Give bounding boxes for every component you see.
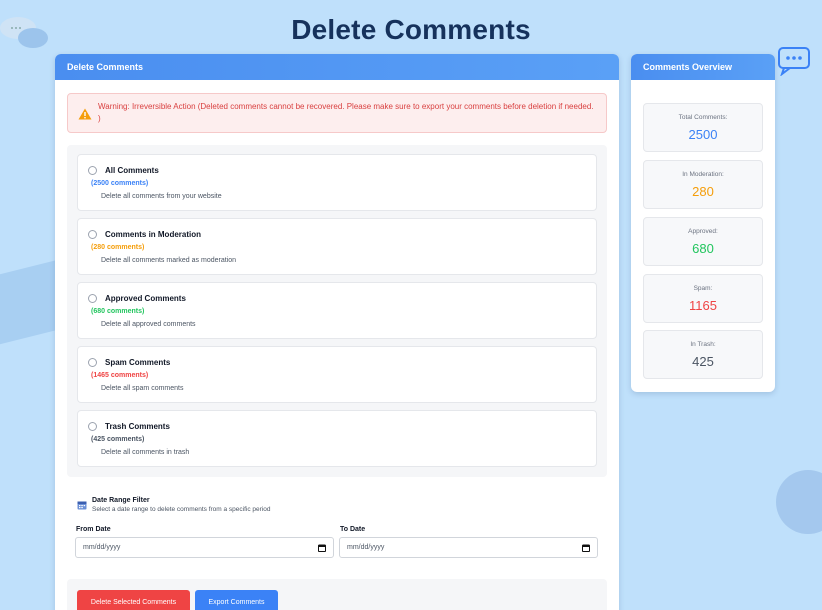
delete-selected-button[interactable]: Delete Selected Comments <box>77 590 190 610</box>
option-count: (680 comments) <box>91 308 145 315</box>
stat-value: 425 <box>692 354 714 369</box>
option-count: (280 comments) <box>91 244 145 251</box>
calendar-icon <box>77 501 87 510</box>
to-date-input[interactable]: mm/dd/yyyy <box>339 537 598 558</box>
option-title: Comments in Moderation <box>105 230 202 239</box>
option-count: (1465 comments) <box>91 372 149 379</box>
radio-all-comments[interactable] <box>88 166 97 175</box>
page-title: Delete Comments <box>291 14 531 45</box>
to-date-label: To Date <box>340 526 366 533</box>
date-filter-subtitle: Select a date range to delete comments f… <box>92 506 271 513</box>
option-trash-comments[interactable]: Trash Comments (425 comments) Delete all… <box>77 410 597 467</box>
card-header: Comments Overview <box>631 54 775 80</box>
option-description: Delete all spam comments <box>101 385 184 392</box>
date-filter-title: Date Range Filter <box>92 497 150 504</box>
stat-label: Spam: <box>693 285 713 292</box>
date-range-filter: Date Range Filter Select a date range to… <box>67 487 607 567</box>
card-header: Delete Comments <box>55 54 619 80</box>
option-title: Spam Comments <box>105 358 171 367</box>
option-all-comments[interactable]: All Comments (2500 comments) Delete all … <box>77 154 597 211</box>
from-date-input[interactable]: mm/dd/yyyy <box>75 537 334 558</box>
warning-text: Warning: Irreversible Action (Deleted co… <box>98 102 594 123</box>
stat-value: 680 <box>692 241 714 256</box>
chat-dots-icon <box>778 47 810 76</box>
option-title: Approved Comments <box>105 294 186 303</box>
option-title: All Comments <box>105 166 159 175</box>
stat-label: Total Comments: <box>678 114 728 121</box>
option-description: Delete all comments from your website <box>101 193 222 200</box>
option-count: (425 comments) <box>91 436 145 443</box>
stat-total-comments: Total Comments: 2500 <box>643 103 763 152</box>
from-date-label: From Date <box>76 526 111 533</box>
option-description: Delete all comments in trash <box>101 449 190 456</box>
warning-triangle-icon <box>78 108 92 120</box>
stat-label: In Trash: <box>690 341 716 348</box>
stat-spam: Spam: 1165 <box>643 274 763 323</box>
radio-approved-comments[interactable] <box>88 294 97 303</box>
calendar-picker-icon[interactable] <box>318 544 326 552</box>
delete-comments-card: Delete Comments Warning: Irreversible Ac… <box>55 54 619 610</box>
from-date-placeholder: mm/dd/yyyy <box>83 544 121 551</box>
radio-moderation-comments[interactable] <box>88 230 97 239</box>
stat-in-moderation: In Moderation: 280 <box>643 160 763 209</box>
stat-value: 2500 <box>688 127 718 142</box>
stat-label: In Moderation: <box>682 171 724 178</box>
calendar-picker-icon[interactable] <box>582 544 590 552</box>
stat-approved: Approved: 680 <box>643 217 763 266</box>
option-moderation-comments[interactable]: Comments in Moderation (280 comments) De… <box>77 218 597 275</box>
option-description: Delete all comments marked as moderation <box>101 257 237 264</box>
option-title: Trash Comments <box>105 422 170 431</box>
comments-overview-card: Comments Overview Total Comments: 2500 I… <box>631 54 775 392</box>
stat-in-trash: In Trash: 425 <box>643 330 763 379</box>
radio-trash-comments[interactable] <box>88 422 97 431</box>
stat-label: Approved: <box>688 228 718 235</box>
option-description: Delete all approved comments <box>101 321 196 328</box>
to-date-placeholder: mm/dd/yyyy <box>347 544 385 551</box>
stat-value: 1165 <box>689 298 717 313</box>
option-approved-comments[interactable]: Approved Comments (680 comments) Delete … <box>77 282 597 339</box>
option-count: (2500 comments) <box>91 180 149 187</box>
export-comments-button[interactable]: Export Comments <box>195 590 278 610</box>
decorative-circle <box>776 470 822 534</box>
stat-value: 280 <box>692 184 714 199</box>
actions-bar: Delete Selected Comments Export Comments <box>67 579 607 610</box>
delete-options-list: All Comments (2500 comments) Delete all … <box>67 145 607 477</box>
option-spam-comments[interactable]: Spam Comments (1465 comments) Delete all… <box>77 346 597 403</box>
warning-alert: Warning: Irreversible Action (Deleted co… <box>67 93 607 133</box>
radio-spam-comments[interactable] <box>88 358 97 367</box>
